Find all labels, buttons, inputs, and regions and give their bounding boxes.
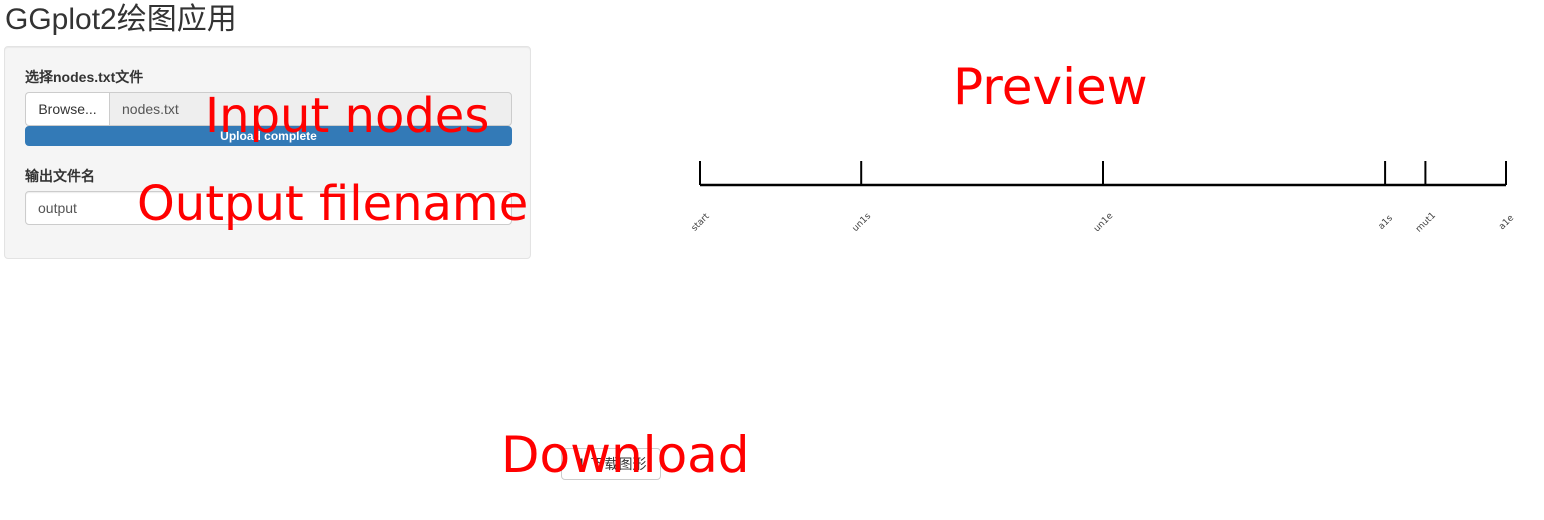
timeline-tick-label: un1e bbox=[1092, 211, 1115, 234]
upload-progress-bar: Upload complete bbox=[25, 126, 512, 146]
output-filename-label: 输出文件名 bbox=[25, 168, 95, 184]
page-title: GGplot2绘图应用 bbox=[5, 3, 237, 36]
file-name-field[interactable]: nodes.txt bbox=[109, 92, 512, 126]
timeline-tick-label: start bbox=[690, 211, 712, 233]
annotation-preview: Preview bbox=[953, 58, 1148, 116]
file-input-label: 选择nodes.txt文件 bbox=[25, 69, 144, 85]
download-icon: ⬇ bbox=[575, 456, 587, 472]
timeline-tick-label: a1e bbox=[1497, 213, 1516, 232]
download-button-label: 下载图形 bbox=[590, 457, 647, 473]
browse-button[interactable]: Browse... bbox=[25, 92, 109, 126]
timeline-tick-label: un1s bbox=[851, 211, 874, 234]
timeline-tick-label: mut1 bbox=[1414, 211, 1438, 235]
timeline-tick-label: a1s bbox=[1377, 213, 1396, 232]
output-filename-input[interactable] bbox=[25, 191, 512, 225]
sidebar-panel: 选择nodes.txt文件 Browse... nodes.txt Upload… bbox=[4, 46, 531, 259]
download-button[interactable]: ⬇ 下载图形 bbox=[561, 448, 661, 480]
preview-plot: start un1s un1e a1s mut1 a1e bbox=[690, 161, 1517, 235]
file-input-group: Browse... nodes.txt bbox=[25, 92, 512, 126]
upload-progress: Upload complete bbox=[25, 126, 512, 146]
